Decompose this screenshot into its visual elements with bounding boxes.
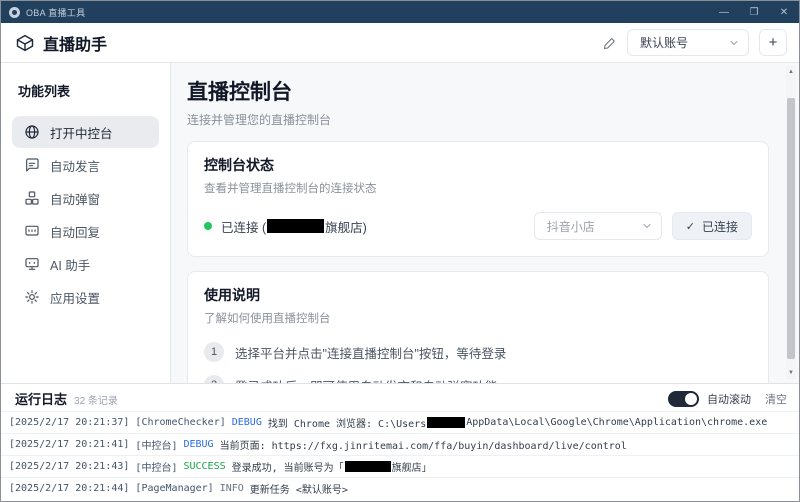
- sidebar-item-open-console[interactable]: 打开中控台: [12, 116, 159, 148]
- sidebar: 功能列表 打开中控台 自动发言 自动弹窗 自动回复 AI 助手 应用设置: [1, 63, 171, 383]
- help-card-subtitle: 了解如何使用直播控制台: [204, 313, 331, 325]
- titlebar: OBA 直播工具 — ❐ ✕: [1, 1, 799, 23]
- step-number-badge: 1: [204, 342, 224, 362]
- scrollbar-down-arrow[interactable]: ▼: [786, 367, 796, 379]
- sidebar-item-ai-assistant[interactable]: AI 助手: [12, 248, 159, 280]
- autoscroll-label: 自动滚动: [707, 393, 751, 406]
- monitor-icon: [24, 256, 40, 272]
- console-status-card: 控制台状态 查看并管理直播控制台的连接状态 已连接 ( 旗舰店) 抖音小店 ✓ …: [187, 141, 769, 257]
- minimize-button[interactable]: —: [709, 1, 739, 23]
- account-select-value: 默认账号: [640, 36, 689, 50]
- close-button[interactable]: ✕: [769, 1, 799, 23]
- status-text-prefix: 已连接 (: [221, 220, 267, 235]
- page-title: 直播控制台: [187, 81, 292, 104]
- log-entry: [2025/2/17 20:21:43] [中控台] SUCCESS 登录成功, 当前…: [1, 455, 799, 477]
- log-lines: [2025/2/17 20:21:37] [ChromeChecker] DEBUG…: [1, 411, 799, 501]
- chevron-down-icon: [728, 37, 740, 49]
- platform-select[interactable]: 抖音小店: [533, 212, 662, 240]
- add-account-button[interactable]: +: [759, 29, 787, 56]
- app-window: OBA 直播工具 — ❐ ✕ 直播助手 默认账号 + 功能列表 打开中控台 自动…: [0, 0, 800, 502]
- sidebar-item-auto-popup[interactable]: 自动弹窗: [12, 182, 159, 214]
- connected-status-dot: [204, 222, 212, 230]
- sidebar-item-auto-reply[interactable]: 自动回复: [12, 215, 159, 247]
- status-text-suffix: 旗舰店): [325, 220, 367, 235]
- step-number-badge: 2: [204, 375, 224, 383]
- log-title: 运行日志: [15, 392, 68, 407]
- toggle-knob: [685, 392, 697, 405]
- scrollbar-up-arrow[interactable]: ▲: [786, 66, 796, 78]
- main-scrollbar[interactable]: ▲ ▼: [786, 66, 796, 379]
- help-step-1: 1 选择平台并点击"连接直播控制台"按钮，等待登录: [204, 342, 752, 362]
- usage-help-card: 使用说明 了解如何使用直播控制台 1 选择平台并点击"连接直播控制台"按钮，等待…: [187, 271, 769, 383]
- log-entry: [2025/2/17 20:21:41] [中控台] DEBUG 当前页面: http…: [1, 433, 799, 455]
- sidebar-item-label: 应用设置: [50, 291, 101, 306]
- sidebar-item-label: 自动弹窗: [50, 192, 101, 207]
- connected-button[interactable]: ✓ 已连接: [671, 212, 752, 240]
- page-subtitle: 连接并管理您的直播控制台: [187, 113, 332, 127]
- connected-button-label: 已连接: [701, 219, 738, 234]
- gear-icon: [24, 289, 40, 305]
- globe-icon: [24, 124, 40, 140]
- sidebar-item-label: 自动发言: [50, 159, 101, 174]
- log-record-count: 32 条记录: [74, 396, 118, 407]
- chat-reply-icon: [24, 223, 40, 239]
- package-icon: [15, 33, 35, 53]
- scrollbar-thumb[interactable]: [787, 98, 795, 359]
- log-panel: 运行日志 32 条记录 自动滚动 清空 [2025/2/17 20:21:37]…: [1, 383, 799, 501]
- clear-log-button[interactable]: 清空: [765, 391, 787, 407]
- redacted-username: [427, 417, 466, 428]
- help-card-title: 使用说明: [204, 287, 260, 303]
- sidebar-title: 功能列表: [18, 84, 71, 99]
- window-title: OBA 直播工具: [26, 7, 86, 18]
- sidebar-item-label: 自动回复: [50, 225, 101, 240]
- step-text: 选择平台并点击"连接直播控制台"按钮，等待登录: [235, 346, 507, 361]
- log-entry: [2025/2/17 20:21:37] [ChromeChecker] DEBUG…: [1, 411, 799, 433]
- sidebar-item-label: AI 助手: [50, 258, 91, 273]
- help-step-2: 2 登录成功后，即可使用自动发言和自动弹窗功能: [204, 375, 752, 383]
- log-entry: [2025/2/17 20:21:44] [PageManager] INFO 更新任…: [1, 477, 799, 499]
- account-select[interactable]: 默认账号: [627, 29, 749, 56]
- status-card-subtitle: 查看并管理直播控制台的连接状态: [204, 183, 377, 195]
- sidebar-item-auto-speak[interactable]: 自动发言: [12, 149, 159, 181]
- speech-bubble-icon: [24, 157, 40, 173]
- check-icon: ✓: [685, 220, 695, 233]
- autoscroll-toggle[interactable]: [668, 390, 699, 407]
- step-text: 登录成功后，即可使用自动发言和自动弹窗功能: [235, 376, 498, 384]
- redacted-store-name: [344, 461, 391, 472]
- popup-boxes-icon: [24, 190, 40, 206]
- app-taskbar-icon: [9, 6, 20, 18]
- main-content: 直播控制台 连接并管理您的直播控制台 控制台状态 查看并管理直播控制台的连接状态…: [171, 63, 799, 383]
- sidebar-item-label: 打开中控台: [50, 126, 113, 141]
- header: 直播助手 默认账号 +: [1, 23, 799, 63]
- chevron-down-icon: [641, 220, 653, 232]
- pencil-icon[interactable]: [603, 36, 617, 50]
- maximize-button[interactable]: ❐: [739, 1, 769, 23]
- status-card-title: 控制台状态: [204, 157, 274, 173]
- sidebar-item-app-settings[interactable]: 应用设置: [12, 281, 159, 313]
- app-title: 直播助手: [43, 36, 108, 54]
- platform-select-value: 抖音小店: [546, 219, 595, 234]
- redacted-store-name: [267, 219, 325, 233]
